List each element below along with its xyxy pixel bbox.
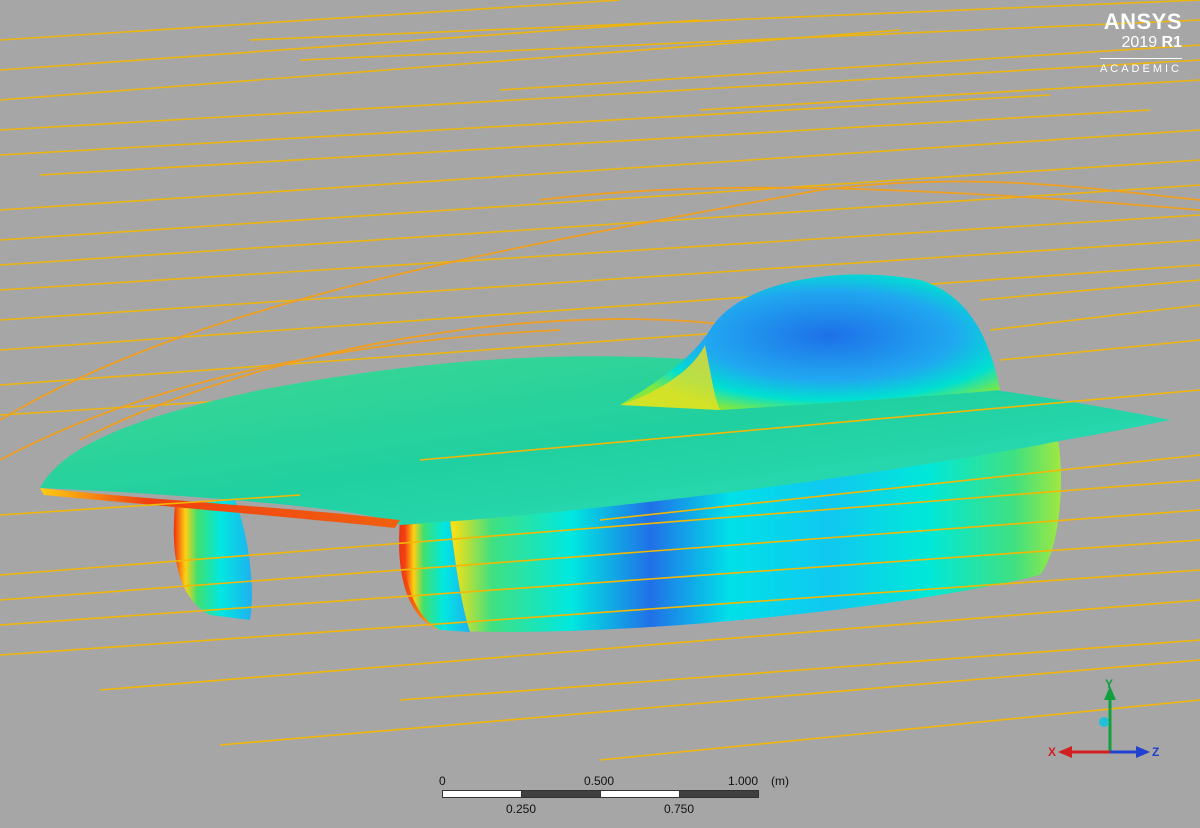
axis-triad-graphic: Y X Z	[1048, 677, 1159, 759]
scale-label-0: 0	[439, 774, 446, 788]
scale-segment-2	[521, 790, 601, 798]
axis-triad[interactable]: Y X Z	[1044, 676, 1164, 766]
scale-label-1000: 1.000	[728, 774, 759, 788]
ansys-logo: ANSYS 2019 R1 ACADEMIC	[1082, 10, 1182, 75]
streamlines-back	[0, 0, 1200, 416]
logo-version-release: R1	[1161, 34, 1182, 51]
triad-origin-sphere	[1099, 717, 1109, 727]
logo-brand: ANSYS	[1103, 9, 1182, 34]
logo-version: 2019 R1	[1082, 34, 1183, 52]
scale-bar: 0 0.500 1.000 (m) 0.250 0.750	[439, 774, 789, 824]
z-axis-label: Z	[1152, 745, 1159, 759]
logo-divider	[1100, 58, 1182, 59]
scale-segment-3	[600, 790, 680, 798]
x-axis-label: X	[1048, 745, 1056, 759]
graphics-viewport[interactable]: ANSYS 2019 R1 ACADEMIC 0 0.500 1.000 (m)…	[0, 0, 1200, 828]
z-axis-arrow	[1136, 746, 1150, 758]
scale-label-0500: 0.500	[584, 774, 615, 788]
logo-edition: ACADEMIC	[1099, 63, 1182, 75]
scale-segment-1	[442, 790, 522, 798]
logo-version-year: 2019	[1121, 34, 1158, 51]
y-axis-label: Y	[1105, 677, 1113, 691]
scale-unit: (m)	[771, 774, 789, 788]
x-axis-arrow	[1058, 746, 1072, 758]
cfd-render	[0, 0, 1200, 761]
scale-label-0250: 0.250	[506, 802, 537, 816]
scale-segment-4	[679, 790, 759, 798]
scale-label-0750: 0.750	[664, 802, 695, 816]
